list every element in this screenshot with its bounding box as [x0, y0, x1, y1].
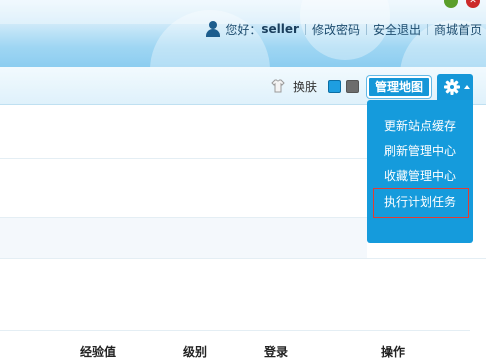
user-bar: 您好： seller 修改密码 安全退出 商城首页 [206, 19, 482, 39]
menu-item-update-cache[interactable]: 更新站点缓存 [384, 117, 456, 134]
menu-item-run-scheduled-tasks[interactable]: 执行计划任务 [384, 193, 456, 210]
skin-swatch-gray[interactable] [346, 80, 359, 93]
content-panel-strip [0, 217, 367, 258]
settings-button[interactable] [437, 74, 473, 100]
column-header-login: 登录 [264, 345, 289, 359]
column-header-actions: 操作 [381, 345, 406, 359]
menu-item-favorite-admin[interactable]: 收藏管理中心 [384, 167, 456, 184]
divider [304, 23, 306, 35]
logout-link[interactable]: 安全退出 [373, 21, 421, 38]
skin-label[interactable]: 换肤 [293, 78, 317, 95]
content-divider [0, 217, 367, 218]
shirt-icon[interactable] [271, 79, 285, 93]
menu-item-refresh-admin[interactable]: 刷新管理中心 [384, 142, 456, 159]
column-header-experience: 经验值 [80, 345, 117, 359]
manage-map-button[interactable]: 管理地图 [367, 76, 431, 98]
divider [426, 23, 428, 35]
caret-up-icon [464, 85, 470, 89]
table-header: 经验值 级别 登录 操作 [0, 343, 486, 359]
change-password-link[interactable]: 修改密码 [312, 21, 360, 38]
content-divider [0, 258, 486, 259]
content-divider [0, 158, 367, 159]
divider [365, 23, 367, 35]
column-header-level: 级别 [183, 345, 208, 359]
user-icon [206, 21, 221, 37]
gear-icon [444, 79, 460, 95]
content-divider [0, 330, 470, 331]
mall-home-link[interactable]: 商城首页 [434, 21, 482, 38]
username: seller [261, 22, 299, 36]
skin-swatch-blue[interactable] [328, 80, 341, 93]
settings-dropdown: 更新站点缓存 刷新管理中心 收藏管理中心 执行计划任务 [367, 100, 473, 243]
greeting-text: 您好： [225, 22, 262, 37]
